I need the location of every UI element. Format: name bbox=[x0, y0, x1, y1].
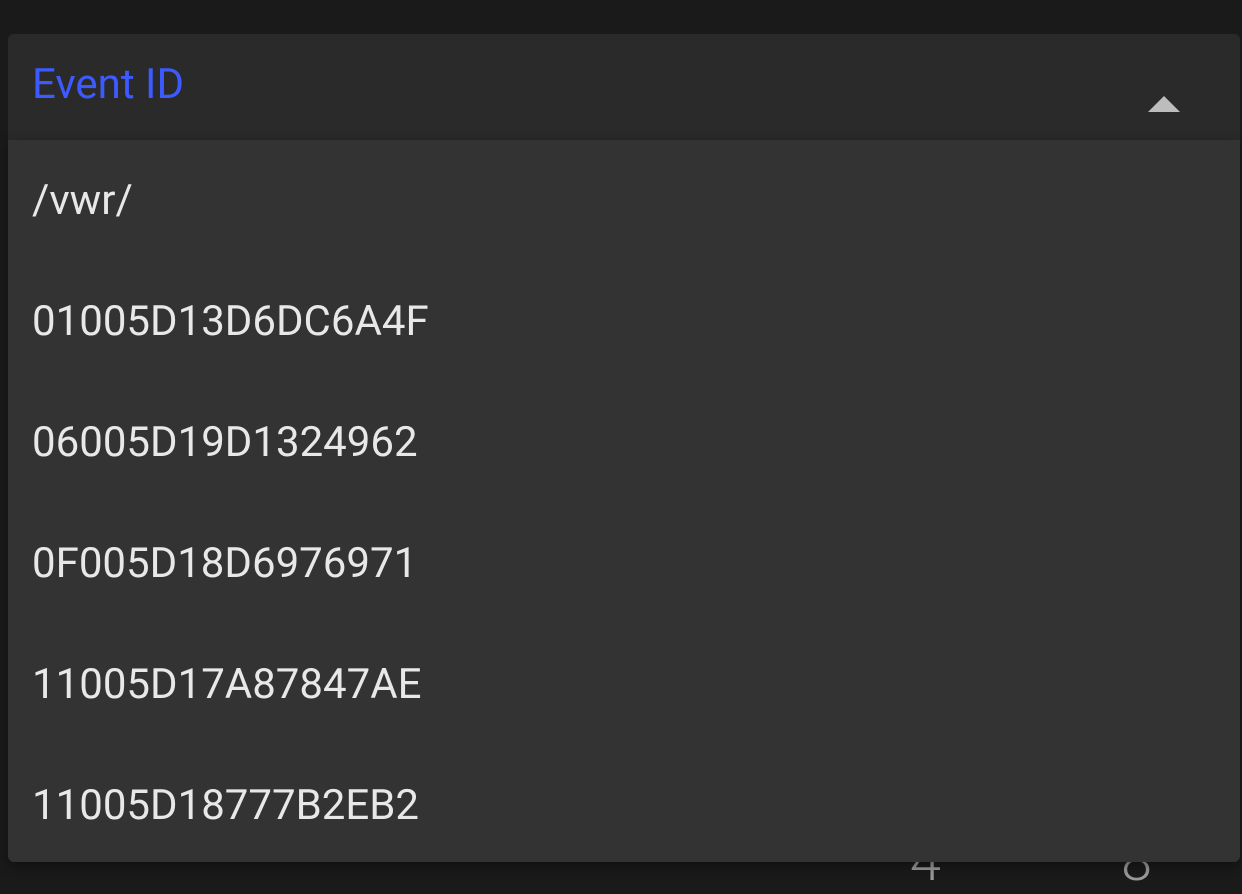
dropdown-label: Event ID bbox=[32, 60, 184, 109]
dropdown-item[interactable]: 11005D17A87847AE bbox=[8, 624, 1240, 745]
dropdown-item[interactable]: 06005D19D1324962 bbox=[8, 382, 1240, 503]
chevron-up-icon bbox=[1148, 96, 1180, 116]
dropdown-header[interactable]: Event ID bbox=[8, 34, 1240, 156]
dropdown-item[interactable]: 11005D18777B2EB2 bbox=[8, 745, 1240, 862]
dropdown-item[interactable]: 01005D13D6DC6A4F bbox=[8, 261, 1240, 382]
event-id-dropdown[interactable]: Event ID bbox=[8, 34, 1240, 156]
dropdown-list[interactable]: /vwr/ 01005D13D6DC6A4F 06005D19D1324962 … bbox=[8, 140, 1240, 862]
dropdown-item[interactable]: /vwr/ bbox=[8, 140, 1240, 261]
dropdown-item[interactable]: 0F005D18D6976971 bbox=[8, 503, 1240, 624]
